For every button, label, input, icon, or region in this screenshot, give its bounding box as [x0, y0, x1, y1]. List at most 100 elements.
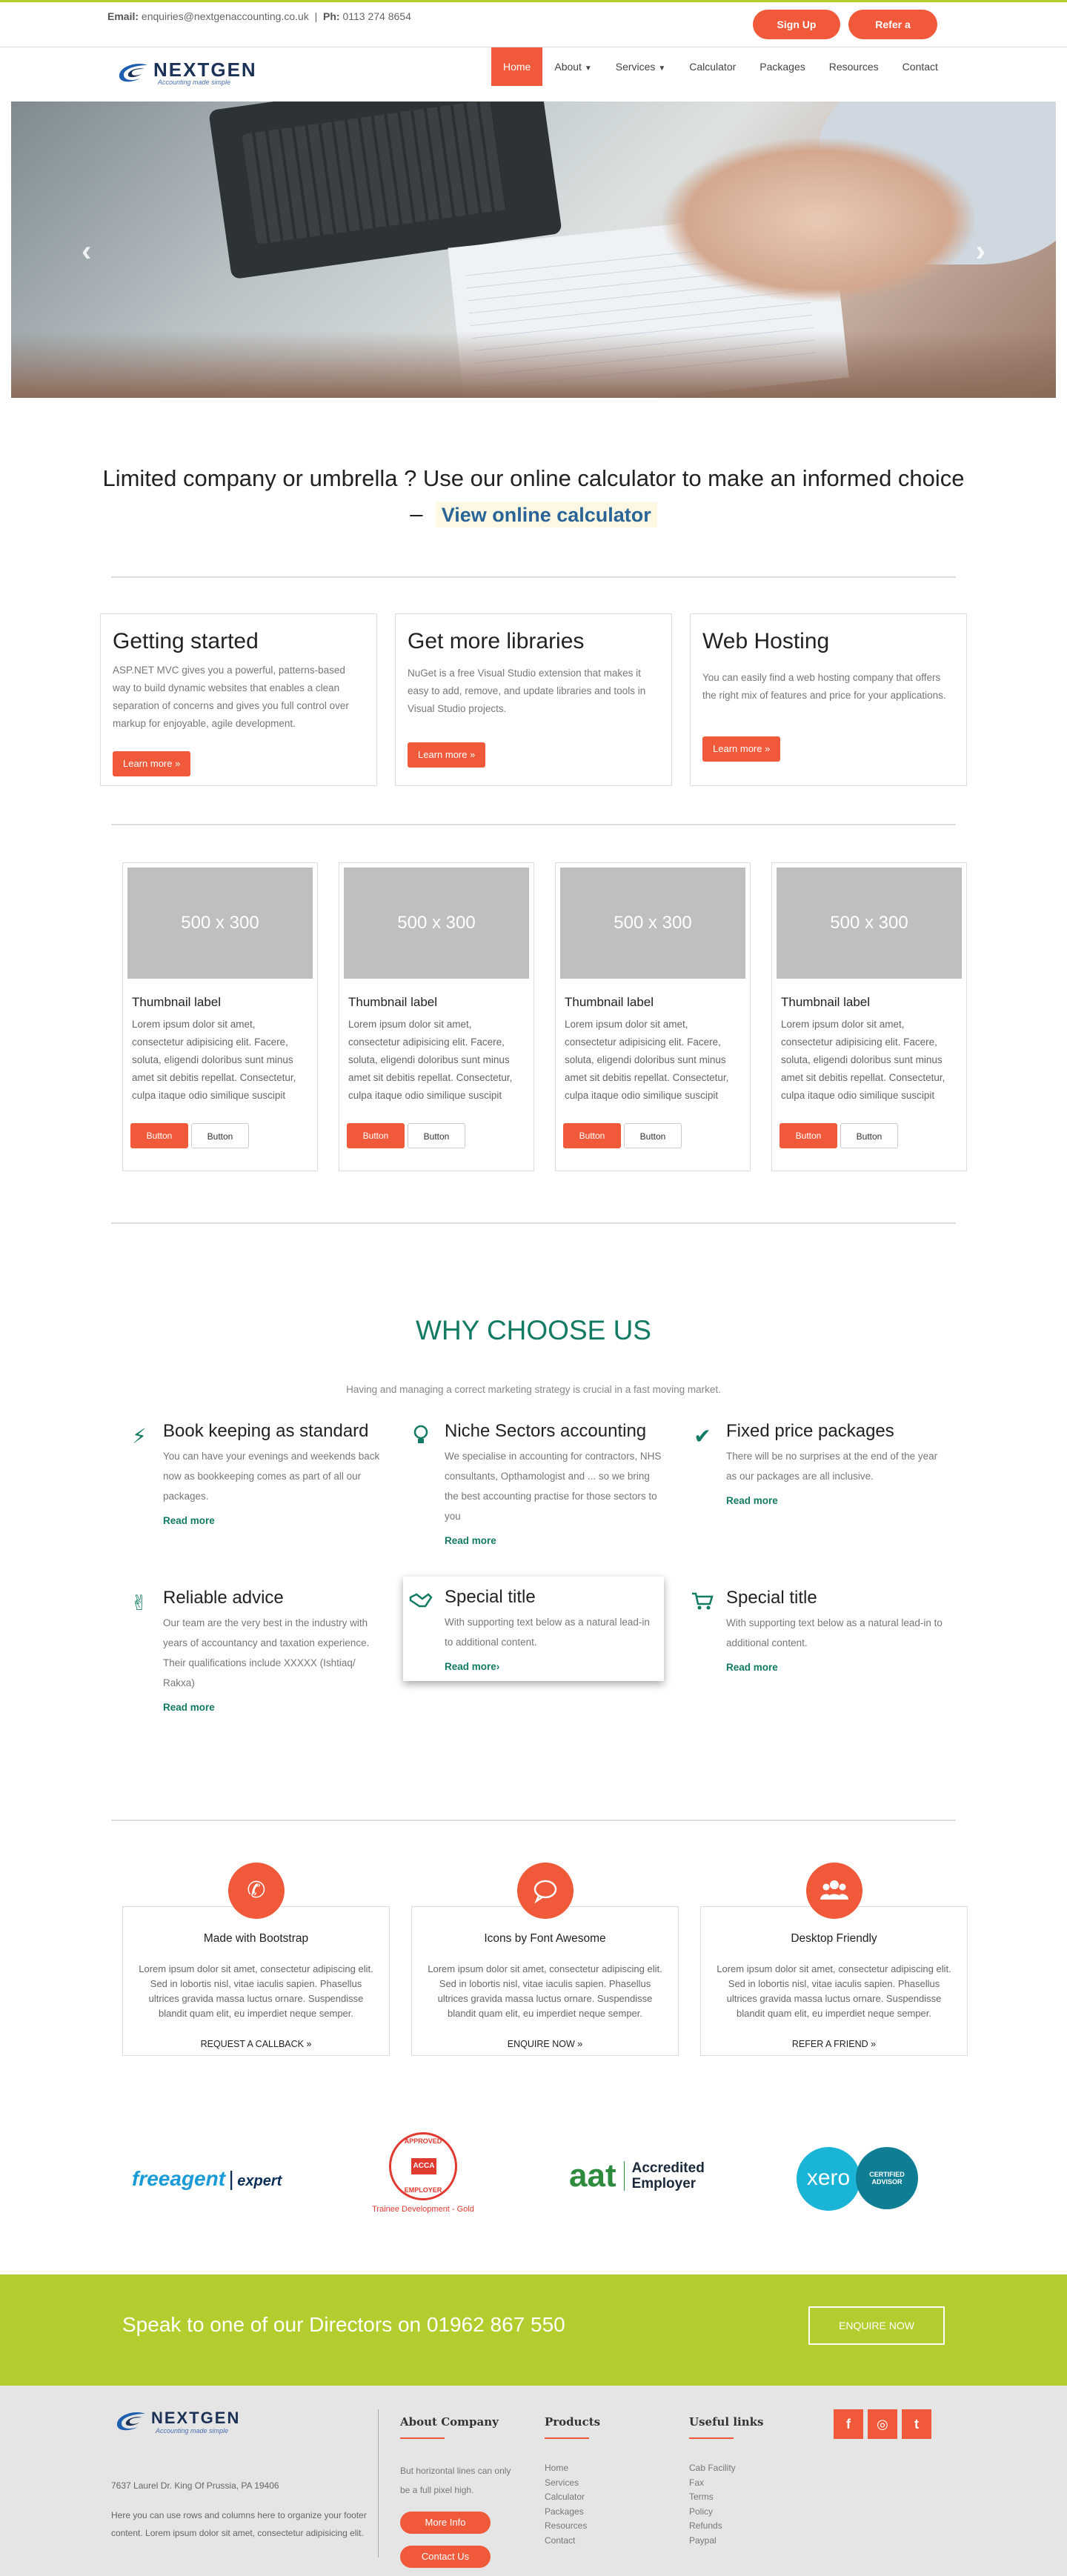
- brand-tagline: Accounting made simple: [158, 79, 231, 86]
- acca-badge: ACCA: [411, 2158, 436, 2174]
- nav-calculator[interactable]: Calculator: [677, 47, 748, 86]
- footer-link[interactable]: Fax: [689, 2476, 764, 2491]
- learn-more-button[interactable]: Learn more »: [113, 751, 191, 776]
- footer-link[interactable]: Calculator: [545, 2490, 600, 2505]
- footer-link[interactable]: Home: [545, 2461, 600, 2476]
- sign-up-button[interactable]: Sign Up: [753, 10, 840, 39]
- enquire-now-button[interactable]: ENQUIRE NOW: [808, 2306, 945, 2345]
- email-label: Email:: [107, 10, 139, 22]
- footer-about-title: About Company: [400, 2415, 499, 2429]
- why-item-title: Niche Sectors accounting: [445, 1421, 647, 1441]
- nav-resources[interactable]: Resources: [817, 47, 891, 86]
- feature-box: Getting started ASP.NET MVC gives you a …: [100, 613, 377, 786]
- primary-button[interactable]: Button: [780, 1123, 837, 1148]
- why-item-title: Special title: [726, 1588, 817, 1608]
- footer-link[interactable]: Cab Facility: [689, 2461, 764, 2476]
- service-card: Icons by Font Awesome Lorem ipsum dolor …: [411, 1863, 679, 2056]
- bolt-icon: ⚡: [132, 1425, 147, 1448]
- heading-underline: [400, 2437, 445, 2439]
- secondary-button[interactable]: Button: [408, 1123, 465, 1148]
- read-more-link[interactable]: Read more: [163, 1515, 382, 1526]
- feature-box: Get more libraries NuGet is a free Visua…: [395, 613, 672, 786]
- nav-packages[interactable]: Packages: [748, 47, 817, 86]
- footer-link[interactable]: Policy: [689, 2505, 764, 2520]
- handshake-icon: [408, 1590, 434, 1617]
- nav-about-label: About: [554, 61, 582, 73]
- read-more-link[interactable]: Read more›: [445, 1661, 652, 1672]
- email-address[interactable]: enquiries@nextgenaccounting.co.uk: [142, 10, 309, 22]
- calculator-link[interactable]: View online calculator: [435, 502, 657, 527]
- feature-title: Getting started: [113, 629, 259, 653]
- why-item-title: Special title: [445, 1587, 536, 1607]
- secondary-button[interactable]: Button: [191, 1123, 249, 1148]
- phone-label: Ph:: [323, 10, 340, 22]
- top-bar: Email: enquiries@nextgenaccounting.co.uk…: [0, 0, 1067, 60]
- footer-link[interactable]: Terms: [689, 2490, 764, 2505]
- acca-seal: APPROVED ACCA EMPLOYER: [389, 2132, 457, 2200]
- acca-seal-bottom: EMPLOYER: [404, 2186, 442, 2194]
- footer-description: Here you can use rows and columns here t…: [111, 2510, 367, 2538]
- why-item-title: Reliable advice: [163, 1588, 284, 1608]
- divider: [111, 1222, 956, 1224]
- service-text: Lorem ipsum dolor sit amet, consectetur …: [428, 1963, 662, 2019]
- freeagent-logo: freeagent | expert: [132, 2167, 282, 2191]
- nav-contact[interactable]: Contact: [891, 47, 950, 86]
- read-more-link[interactable]: Read more: [726, 1662, 945, 1673]
- nav-services[interactable]: Services ▼: [604, 47, 677, 86]
- logo-swoosh-icon: [119, 63, 147, 82]
- thumbnail-label: Thumbnail label: [348, 995, 438, 1009]
- instagram-icon[interactable]: ◎: [868, 2409, 897, 2439]
- service-card: ✆ Made with Bootstrap Lorem ipsum dolor …: [122, 1863, 390, 2056]
- why-item: ✌ Reliable advice Our team are the very …: [126, 1588, 382, 1713]
- xero-badge-line1: CERTIFIED: [869, 2171, 905, 2178]
- primary-button[interactable]: Button: [130, 1123, 188, 1148]
- placeholder-image: 500 x 300: [344, 868, 529, 979]
- footer-link[interactable]: Resources: [545, 2519, 600, 2534]
- carousel-prev-icon[interactable]: ‹: [82, 235, 91, 268]
- footer-link[interactable]: Paypal: [689, 2534, 764, 2549]
- request-callback-link[interactable]: REQUEST A CALLBACK »: [123, 2039, 389, 2049]
- more-info-button[interactable]: More Info: [400, 2512, 491, 2534]
- refer-friend-button[interactable]: Refer a friend: [848, 10, 937, 60]
- footer-link[interactable]: Services: [545, 2476, 600, 2491]
- feature-text: You can easily find a web hosting compan…: [702, 672, 946, 701]
- cta-band: Speak to one of our Directors on 01962 8…: [0, 2274, 1067, 2386]
- feature-box: Web Hosting You can easily find a web ho…: [690, 613, 967, 786]
- why-item: Special title With supporting text below…: [403, 1577, 664, 1681]
- xero-advisor-badge: CERTIFIED ADVISOR: [856, 2147, 918, 2209]
- thumbnail-text: Lorem ipsum dolor sit amet, consectetur …: [132, 1019, 296, 1101]
- secondary-button[interactable]: Button: [840, 1123, 898, 1148]
- secondary-button[interactable]: Button: [624, 1123, 682, 1148]
- carousel-next-icon[interactable]: ›: [976, 235, 985, 268]
- phone-number[interactable]: 0113 274 8654: [342, 10, 410, 22]
- logo[interactable]: NEXTGEN Accounting made simple: [115, 60, 257, 86]
- contact-us-button[interactable]: Contact Us: [400, 2546, 491, 2568]
- read-more-link[interactable]: Read more: [726, 1495, 945, 1506]
- placeholder-label: 500 x 300: [830, 913, 908, 933]
- calculator-callout: Limited company or umbrella ? Use our on…: [0, 465, 1067, 527]
- primary-button[interactable]: Button: [563, 1123, 621, 1148]
- learn-more-button[interactable]: Learn more »: [408, 742, 486, 768]
- read-more-link[interactable]: Read more: [445, 1535, 663, 1546]
- footer-link[interactable]: Packages: [545, 2505, 600, 2520]
- footer-link[interactable]: Contact: [545, 2534, 600, 2549]
- callout-heading: Limited company or umbrella ? Use our on…: [102, 465, 965, 491]
- service-title: Icons by Font Awesome: [484, 1932, 606, 1945]
- nav-about[interactable]: About ▼: [542, 47, 603, 86]
- nav-home[interactable]: Home: [491, 47, 543, 86]
- refer-friend-link[interactable]: REFER A FRIEND »: [701, 2039, 967, 2049]
- learn-more-button[interactable]: Learn more »: [702, 736, 781, 762]
- why-item: ⚡ Book keeping as standard You can have …: [126, 1421, 382, 1526]
- service-title: Made with Bootstrap: [203, 1932, 309, 1945]
- primary-button[interactable]: Button: [347, 1123, 405, 1148]
- footer-address: 7637 Laurel Dr. King Of Prussia, PA 1940…: [111, 2480, 279, 2491]
- peace-hand-icon: ✌: [130, 1591, 148, 1614]
- thumbnail-card: 500 x 300 Thumbnail label Lorem ipsum do…: [555, 862, 751, 1171]
- enquire-now-link[interactable]: ENQUIRE NOW »: [412, 2039, 678, 2049]
- footer-link[interactable]: Refunds: [689, 2519, 764, 2534]
- twitter-icon[interactable]: t: [902, 2409, 931, 2439]
- read-more-link[interactable]: Read more: [163, 1702, 382, 1713]
- footer-logo[interactable]: NEXTGEN Accounting made simple: [113, 2409, 240, 2434]
- facebook-icon[interactable]: f: [834, 2409, 863, 2439]
- divider: [111, 1820, 956, 1821]
